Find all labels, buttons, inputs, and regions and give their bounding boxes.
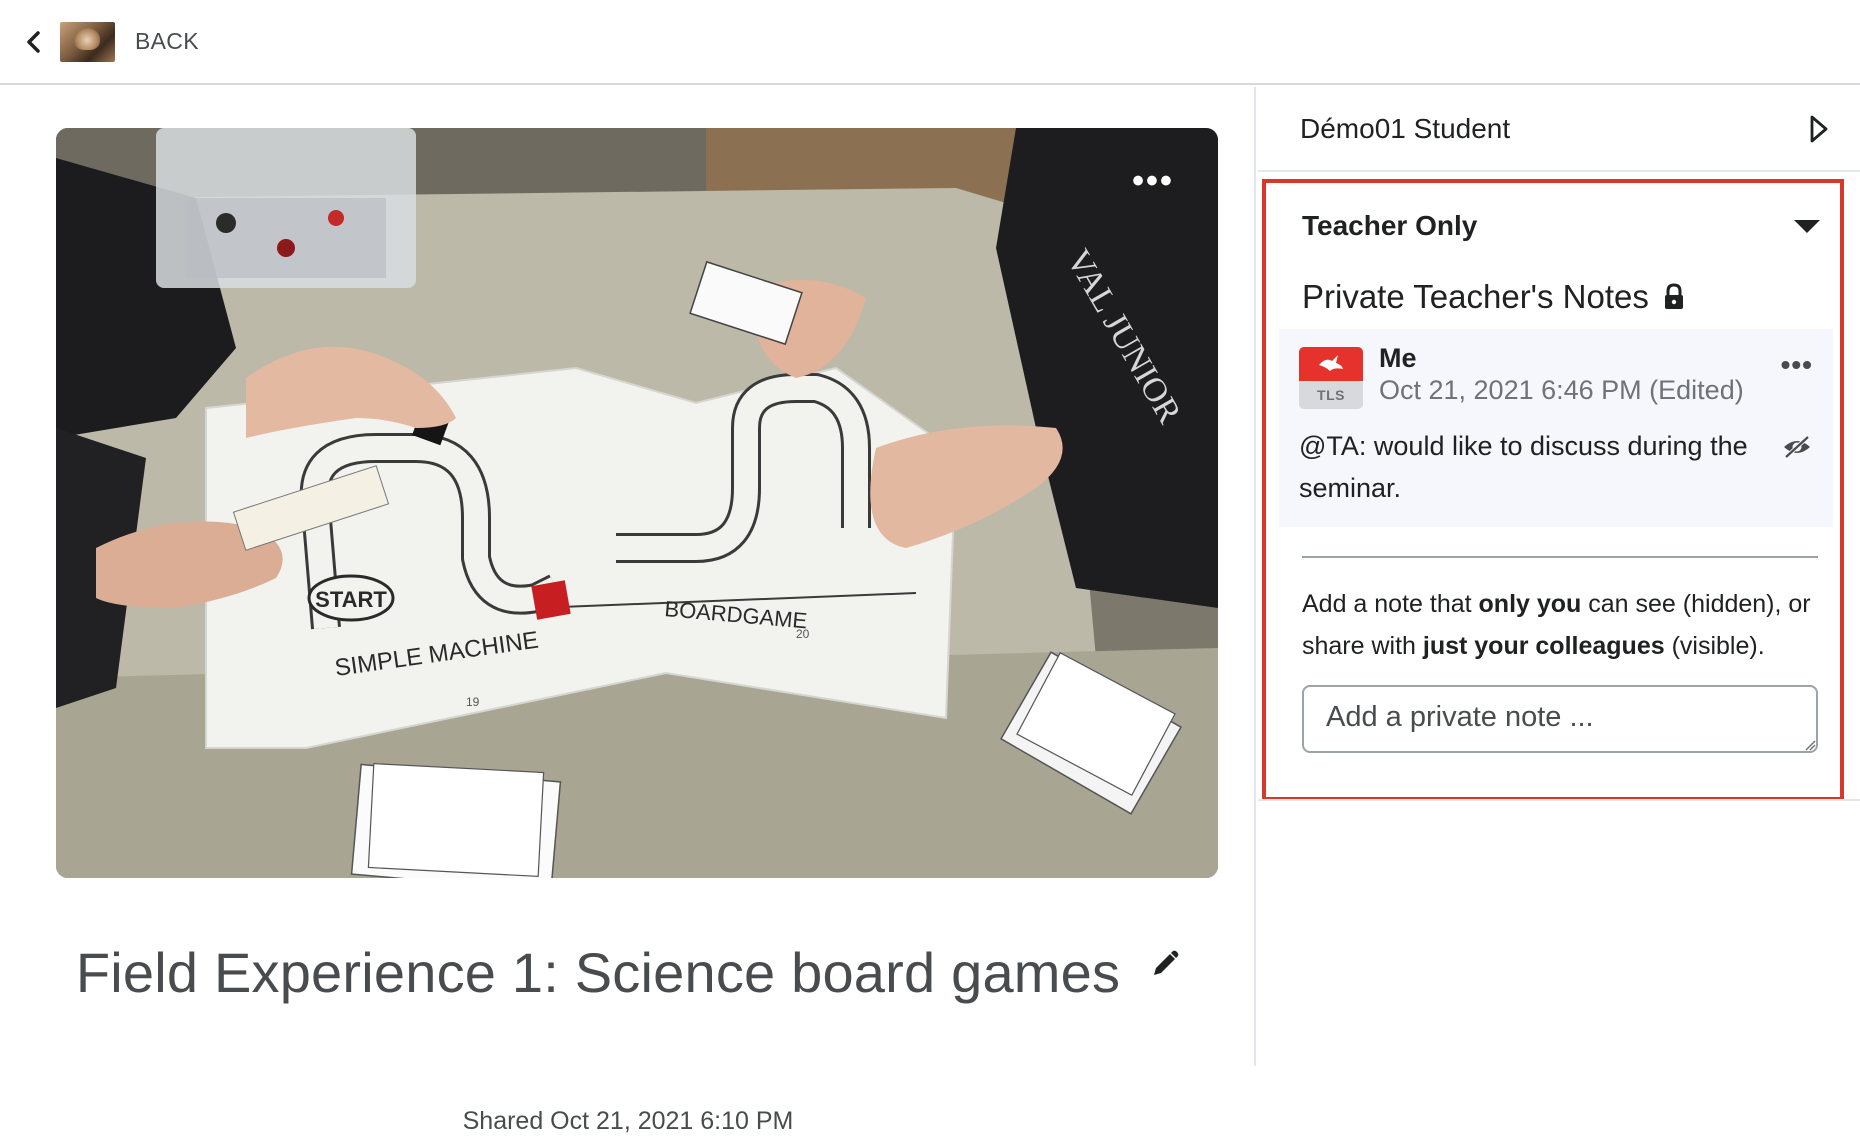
profile-thumbnail <box>60 21 115 62</box>
student-name: Démo01 Student <box>1300 112 1511 144</box>
resize-grip-icon[interactable] <box>1804 739 1816 751</box>
private-note-input[interactable] <box>1302 685 1818 753</box>
notes-heading-text: Private Teacher's Notes <box>1302 278 1649 315</box>
avatar-label: TLS <box>1317 387 1345 403</box>
caret-down-icon[interactable] <box>1792 217 1822 235</box>
back-label: BACK <box>135 28 199 54</box>
note-card: TLS Me Oct 21, 2021 6:46 PM (Edited) •••… <box>1279 329 1833 527</box>
sidebar: Démo01 Student Teacher Only Private Teac… <box>1258 87 1860 1066</box>
note-body: @TA: would like to discuss during the se… <box>1299 431 1748 503</box>
note-menu-button[interactable]: ••• <box>1781 351 1813 379</box>
lock-icon <box>1664 283 1683 309</box>
helper-emphasis-2: just your colleagues <box>1422 632 1665 660</box>
video-frame: START SIMPLE MACHINE BOARDGAME 19 20 VAL… <box>56 128 1218 878</box>
helper-emphasis-1: only you <box>1478 590 1582 618</box>
chevron-left-icon <box>27 30 40 53</box>
video-player[interactable]: START SIMPLE MACHINE BOARDGAME 19 20 VAL… <box>56 128 1218 878</box>
board-start-label: START <box>315 587 387 612</box>
top-bar: BACK <box>0 0 1860 85</box>
teacher-only-panel: Teacher Only Private Teacher's Notes TLS <box>1262 179 1844 801</box>
page-title: Field Experience 1: Science board games <box>75 941 1121 1004</box>
board-page-right: 20 <box>796 627 810 641</box>
notes-heading: Private Teacher's Notes <box>1302 278 1685 316</box>
shared-date: Shared Oct 21, 2021 6:10 PM <box>462 1107 794 1135</box>
student-row[interactable]: Démo01 Student <box>1258 87 1860 172</box>
play-triangle-icon[interactable] <box>1808 114 1830 144</box>
board-page-left: 19 <box>466 695 480 709</box>
more-horizontal-icon: ••• <box>1132 162 1174 200</box>
bird-logo-icon <box>1319 355 1343 371</box>
teacher-only-header[interactable]: Teacher Only <box>1302 203 1822 249</box>
eye-hidden-icon[interactable] <box>1781 433 1813 461</box>
sidebar-divider <box>1258 799 1860 801</box>
video-menu-button[interactable]: ••• <box>1122 162 1184 214</box>
panel-title: Teacher Only <box>1302 210 1478 241</box>
avatar: TLS <box>1299 347 1363 409</box>
media-column: START SIMPLE MACHINE BOARDGAME 19 20 VAL… <box>0 87 1256 1135</box>
panel-divider <box>1302 556 1818 558</box>
pencil-icon[interactable] <box>1150 949 1180 979</box>
note-date: Oct 21, 2021 6:46 PM (Edited) <box>1379 375 1744 405</box>
media-title-row: Field Experience 1: Science board games <box>0 940 1256 1005</box>
note-author: Me <box>1379 343 1417 373</box>
back-button[interactable]: BACK <box>24 21 199 62</box>
helper-text: Add a note that only you can see (hidden… <box>1302 590 1811 660</box>
